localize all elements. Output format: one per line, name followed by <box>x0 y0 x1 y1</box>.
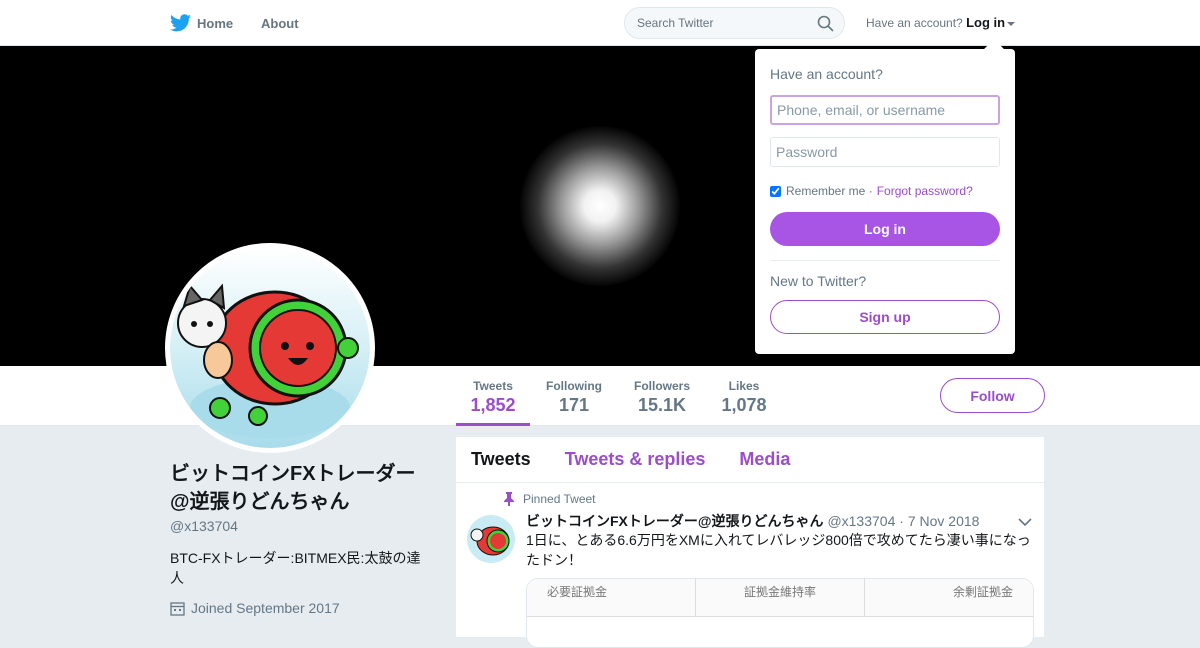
caret-down-icon <box>1007 21 1016 26</box>
search-box <box>624 7 845 39</box>
dropdown-title: Have an account? <box>770 66 883 82</box>
taiko-avatar-icon <box>470 526 510 556</box>
chevron-down-icon[interactable] <box>1018 517 1032 527</box>
divider <box>770 260 1000 261</box>
avatar-image <box>170 248 370 448</box>
profile-joined: Joined September 2017 <box>170 600 430 616</box>
stat-label: Followers <box>633 379 690 393</box>
profile-avatar[interactable] <box>165 243 375 453</box>
stat-value: 1,852 <box>470 395 516 415</box>
stat-value: 1,078 <box>721 395 767 415</box>
stat-likes[interactable]: Likes 1,078 <box>714 366 774 426</box>
media-cell: 余剰証拠金 <box>865 579 1033 616</box>
tweet-header: ビットコインFXトレーダー@逆張りどんちゃん @x133704 · 7 Nov … <box>526 511 979 531</box>
timeline-tabs: Tweets Tweets & replies Media <box>456 437 1044 483</box>
timeline: Tweets Tweets & replies Media Pinned Twe… <box>456 437 1044 648</box>
tweet-author-name[interactable]: ビットコインFXトレーダー@逆張りどんちゃん <box>526 513 824 529</box>
username-field[interactable] <box>770 95 1000 125</box>
remember-me-checkbox[interactable] <box>770 185 781 197</box>
stat-followers[interactable]: Followers 15.1K <box>628 366 696 426</box>
joined-text: Joined September 2017 <box>191 600 340 616</box>
new-to-twitter-text: New to Twitter? <box>770 273 867 289</box>
stat-label: Tweets <box>473 379 513 393</box>
stat-value: 15.1K <box>637 395 687 415</box>
login-link[interactable]: Log in <box>966 15 1005 30</box>
pinned-text: Pinned Tweet <box>523 492 596 506</box>
taiko-drum-character-icon <box>177 283 359 438</box>
profile-name[interactable]: ビットコインFXトレーダー@逆張りどんちゃん <box>170 460 430 516</box>
nav-about-label: About <box>261 15 299 31</box>
nav-about[interactable]: About <box>261 0 299 46</box>
follow-button[interactable]: Follow <box>940 378 1045 413</box>
profile-handle[interactable]: @x133704 <box>170 518 430 534</box>
tab-tweets[interactable]: Tweets <box>471 449 531 470</box>
remember-me-label[interactable]: Remember me <box>786 184 865 198</box>
tweet-text: 1日に、とある6.6万円をXMに入れてレバレッジ800倍で攻めてたら凄い事になっ… <box>526 532 1031 568</box>
stat-tweets[interactable]: Tweets 1,852 <box>456 366 530 426</box>
banner-glow-image <box>520 126 680 286</box>
search-input[interactable] <box>625 8 805 38</box>
forgot-password-link[interactable]: Forgot password? <box>877 184 973 198</box>
pin-icon <box>504 492 514 506</box>
twitter-bird-icon <box>170 14 191 32</box>
media-label: 余剰証拠金 <box>952 585 1013 599</box>
login-button[interactable]: Log in <box>770 212 1000 246</box>
password-field[interactable] <box>770 137 1000 167</box>
stat-following[interactable]: Following 171 <box>540 366 608 426</box>
tweet-avatar[interactable] <box>467 515 515 563</box>
tab-tweets-replies[interactable]: Tweets & replies <box>565 449 706 470</box>
have-account-text: Have an account? <box>866 16 963 30</box>
signup-button[interactable]: Sign up <box>770 300 1000 334</box>
calendar-icon <box>170 601 185 616</box>
media-cell: 必要証拠金 <box>527 579 696 616</box>
stat-label: Following <box>546 379 602 393</box>
nav-home-label: Home <box>197 15 234 31</box>
profile-bio: BTC-FXトレーダー:BITMEX民:太鼓の達人 <box>170 550 421 586</box>
nav-home[interactable]: Home <box>170 0 233 46</box>
top-nav-bar: Home About Have an account? Log in <box>0 0 1200 46</box>
remember-me-row: Remember me · Forgot password? <box>770 184 973 198</box>
media-label: 必要証拠金 <box>547 585 608 599</box>
login-toggle[interactable]: Have an account? Log in <box>866 15 1016 30</box>
tweet-media-image[interactable]: 必要証拠金 証拠金維持率 余剰証拠金 <box>526 578 1034 648</box>
tweet-date[interactable]: · 7 Nov 2018 <box>899 513 979 529</box>
pinned-tweet-label: Pinned Tweet <box>503 492 596 506</box>
tab-media[interactable]: Media <box>739 449 790 470</box>
media-header-row: 必要証拠金 証拠金維持率 余剰証拠金 <box>527 579 1033 617</box>
stat-value: 171 <box>558 395 590 415</box>
login-dropdown: Have an account? Remember me · Forgot pa… <box>755 39 1015 354</box>
stat-label: Likes <box>728 379 760 393</box>
profile-sidebar: ビットコインFXトレーダー@逆張りどんちゃん @x133704 BTC-FXトレ… <box>170 460 430 616</box>
search-icon[interactable] <box>817 15 834 32</box>
media-cell: 証拠金維持率 <box>696 579 865 616</box>
tweet-author-handle[interactable]: @x133704 <box>827 513 895 529</box>
media-label: 証拠金維持率 <box>744 585 817 599</box>
